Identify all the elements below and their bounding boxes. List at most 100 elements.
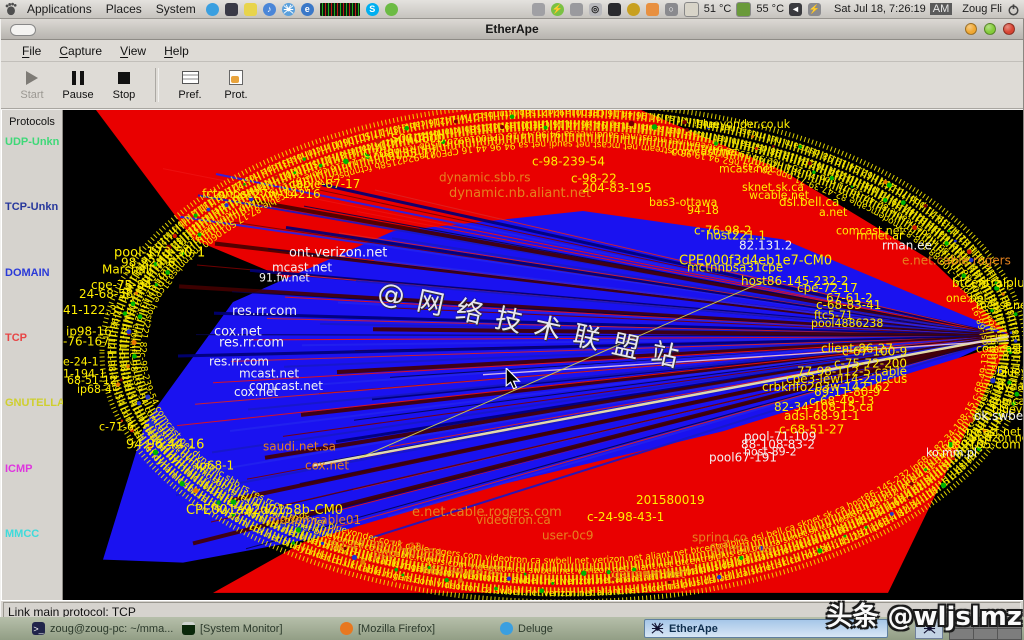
node-label[interactable]: pool4886238	[811, 317, 883, 330]
window-menu-button[interactable]	[10, 24, 36, 36]
node-label[interactable]: cable-87-17	[289, 177, 360, 191]
node-label[interactable]: 24-68-58	[79, 287, 133, 301]
node-label[interactable]: res.rr.com	[232, 304, 297, 319]
maximize-button[interactable]	[984, 23, 996, 35]
fish-applet-icon[interactable]	[646, 3, 659, 16]
menu-file[interactable]: File	[13, 40, 50, 61]
network-app-icon[interactable]	[282, 3, 295, 16]
node-label[interactable]: e-24-1	[63, 356, 99, 369]
panel-clock[interactable]: Sat Jul 18, 7:26:19	[834, 3, 926, 15]
panel-user[interactable]: Zoug Fli	[962, 3, 1002, 15]
node-label[interactable]: C708135-17	[363, 146, 437, 160]
node-label[interactable]: ont.verizon.net	[289, 245, 387, 260]
node-label[interactable]: dstream.net	[612, 567, 685, 581]
titlebar[interactable]: EtherApe	[1, 19, 1023, 40]
node-label[interactable]: adsl-68-91-1	[784, 409, 860, 423]
panel-clock-suffix[interactable]: AM	[930, 3, 953, 15]
menu-help[interactable]: Help	[155, 40, 198, 61]
node-label[interactable]: c-98-239-54	[532, 155, 605, 169]
menu-capture[interactable]: Capture	[50, 40, 111, 61]
shutdown-icon[interactable]	[1007, 3, 1020, 16]
node-label[interactable]: e.net.cable.rogers	[902, 254, 1011, 268]
node-label[interactable]: modemcable01	[268, 513, 361, 527]
prot-button[interactable]: Prot.	[213, 65, 259, 105]
node-label[interactable]: btcentralplus.c	[952, 276, 1023, 290]
gpu-temp-icon[interactable]	[736, 2, 751, 17]
task--system-monitor-[interactable]: [System Monitor]	[176, 619, 334, 638]
gold-orb-icon[interactable]	[627, 3, 640, 16]
cpu-temp-icon[interactable]	[684, 2, 699, 17]
node-label[interactable]: user-0c9	[542, 528, 594, 542]
minimize-button[interactable]	[965, 23, 977, 35]
panel-menu-places[interactable]: Places	[99, 0, 149, 18]
node-label[interactable]: cox.net	[234, 385, 278, 399]
node-label[interactable]: res.rr.com	[219, 335, 284, 350]
task--mozilla-firefox-[interactable]: [Mozilla Firefox]	[334, 619, 494, 638]
pref-button[interactable]: Pref.	[167, 65, 213, 105]
node-label[interactable]: rman.ee	[882, 238, 932, 252]
node-label[interactable]: ppp-70-254	[373, 547, 443, 561]
node-label[interactable]: mctnnbsa31cpe	[687, 261, 783, 275]
music-player-icon[interactable]: ♪	[263, 3, 276, 16]
node-label[interactable]: saudi.net.sa	[263, 439, 336, 453]
node-label[interactable]: comcast	[976, 342, 1023, 355]
node-label[interactable]: 41-122.3	[63, 303, 117, 317]
node-label[interactable]: h62.94.19.98	[422, 564, 502, 578]
pidgin-icon[interactable]	[385, 3, 398, 16]
protocol-mmcc[interactable]: MMCC	[5, 528, 64, 540]
node-label[interactable]: c-71-6	[99, 420, 134, 433]
node-label[interactable]: c-24-98-43-1	[587, 510, 664, 524]
node-label[interactable]: mcast.net	[719, 163, 775, 176]
node-label[interactable]: 82.131.2	[739, 238, 792, 252]
screen-share-icon[interactable]	[225, 3, 238, 16]
node-label[interactable]: a.net	[819, 206, 848, 219]
close-button[interactable]	[1003, 23, 1015, 35]
node-label[interactable]: ko.mm.pl	[926, 446, 977, 459]
node-label[interactable]: pool67-191	[709, 451, 777, 465]
gnome-foot-icon[interactable]	[4, 2, 18, 16]
node-label[interactable]: dynamic.nb.aliant.net	[449, 186, 591, 201]
volume-icon[interactable]: ◄	[789, 3, 802, 16]
node-label[interactable]: 91.fw.net	[259, 272, 310, 285]
node-label[interactable]: 204-83-195	[582, 181, 652, 195]
stop-button[interactable]: Stop	[101, 65, 147, 105]
protocols-header[interactable]: Protocols	[2, 116, 62, 128]
node-label[interactable]: 201580019	[636, 493, 705, 507]
node-label[interactable]: S010600	[391, 131, 444, 145]
network-canvas[interactable]: c-98-239-54 comcast.net dynamic.sbb.rs r…	[63, 110, 1023, 600]
start-button[interactable]: Start	[9, 65, 55, 105]
node-label[interactable]: ok.swbell.net	[974, 409, 1023, 423]
menu-view[interactable]: View	[111, 40, 155, 61]
task-deluge[interactable]: Deluge	[494, 619, 644, 638]
node-label[interactable]: comcast.net	[671, 145, 739, 158]
node-label[interactable]: blueyon	[997, 366, 1023, 379]
protocol-udp-unkn[interactable]: UDP-Unkn	[5, 136, 64, 148]
power-manager-icon[interactable]: ⚡	[551, 3, 564, 16]
browser-icon[interactable]: e	[301, 3, 314, 16]
node-label[interactable]: 94-18	[687, 204, 719, 217]
pause-button[interactable]: Pause	[55, 65, 101, 105]
sticky-note-icon[interactable]	[244, 3, 257, 16]
node-label[interactable]: dynamic.sbb.rs	[439, 171, 530, 185]
node-label[interactable]: -76-167	[63, 334, 110, 348]
node-label[interactable]: Marshall	[102, 263, 152, 277]
node-label[interactable]: mcast.ne	[976, 299, 1023, 312]
lock-icon[interactable]	[608, 3, 621, 16]
node-label[interactable]: blueyonder.co.uk	[696, 118, 791, 131]
system-monitor-graph-icon[interactable]	[320, 3, 360, 16]
printer-icon[interactable]	[570, 3, 583, 16]
protocol-tcp[interactable]: TCP	[5, 332, 64, 344]
crosshair-icon[interactable]: ◎	[589, 3, 602, 16]
node-label[interactable]: 94.96.44.16	[126, 437, 204, 452]
protocol-gnutella[interactable]: GNUTELLA	[5, 397, 64, 409]
protocol-icmp[interactable]: ICMP	[5, 463, 64, 475]
search-icon[interactable]: ○	[665, 3, 678, 16]
display-pointer-icon[interactable]	[532, 3, 545, 16]
plug-icon[interactable]: ⚡	[808, 3, 821, 16]
node-label[interactable]: ip68-1	[196, 459, 234, 473]
task-zoug-zoug-pc-mma-[interactable]: >_zoug@zoug-pc: ~/mma...	[26, 619, 176, 638]
node-label[interactable]: ip68-4	[77, 383, 112, 396]
panel-menu-applications[interactable]: Applications	[20, 0, 99, 18]
node-label[interactable]: 68tech.net	[709, 541, 774, 555]
protocol-domain[interactable]: DOMAIN	[5, 267, 64, 279]
